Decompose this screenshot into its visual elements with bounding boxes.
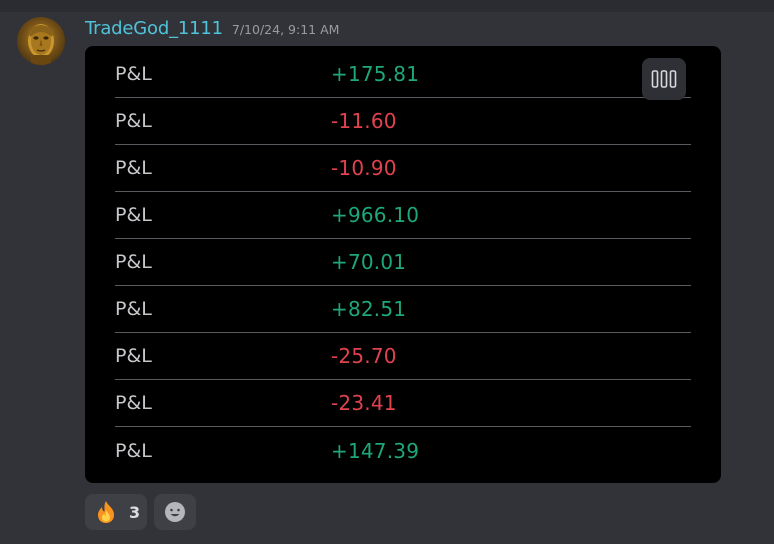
pl-value: +175.81 <box>331 62 420 86</box>
pl-value: +147.39 <box>331 438 420 463</box>
pl-embed: P&L +175.81 P&L -11.60 P&L -10.90 P&L +9… <box>85 46 721 483</box>
pl-row: P&L -11.60 <box>115 98 691 145</box>
pl-row: P&L +175.81 <box>115 51 691 98</box>
pl-label: P&L <box>115 298 152 320</box>
reactions-bar: 3 <box>85 494 196 530</box>
fire-reaction-button[interactable]: 3 <box>85 494 147 530</box>
pl-table: P&L +175.81 P&L -11.60 P&L -10.90 P&L +9… <box>115 51 691 474</box>
pl-label: P&L <box>115 110 152 132</box>
pl-row: P&L -23.41 <box>115 380 691 427</box>
pl-value: -23.41 <box>331 391 397 415</box>
add-reaction-smiley-icon <box>165 502 185 522</box>
pl-label: P&L <box>115 392 152 414</box>
pl-value: -10.90 <box>331 156 397 180</box>
pl-value: -11.60 <box>331 109 397 133</box>
pl-row: P&L +147.39 <box>115 427 691 474</box>
pl-value: -25.70 <box>331 344 397 368</box>
columns-icon <box>651 70 677 88</box>
pl-row: P&L -10.90 <box>115 145 691 192</box>
username[interactable]: TradeGod_1111 <box>85 18 223 39</box>
pl-row: P&L +966.10 <box>115 192 691 239</box>
pl-value: +966.10 <box>331 203 420 227</box>
message-header: TradeGod_1111 7/10/24, 9:11 AM <box>85 18 339 42</box>
pl-row: P&L +70.01 <box>115 239 691 286</box>
columns-toggle-button[interactable] <box>642 58 686 100</box>
pl-value: +82.51 <box>331 297 407 321</box>
pl-label: P&L <box>115 345 152 367</box>
pl-label: P&L <box>115 439 152 462</box>
pl-value: +70.01 <box>331 250 407 274</box>
pl-row: P&L +82.51 <box>115 286 691 333</box>
top-strip <box>0 0 774 12</box>
pl-label: P&L <box>115 63 152 85</box>
pl-label: P&L <box>115 157 152 179</box>
user-avatar[interactable] <box>17 17 65 65</box>
add-reaction-button[interactable] <box>154 494 196 530</box>
message-timestamp: 7/10/24, 9:11 AM <box>231 22 340 37</box>
pl-label: P&L <box>115 204 152 226</box>
bronze-face-avatar-icon <box>28 24 54 65</box>
fire-icon <box>98 501 114 523</box>
pl-row: P&L -25.70 <box>115 333 691 380</box>
reaction-count: 3 <box>129 502 141 522</box>
pl-label: P&L <box>115 251 152 273</box>
